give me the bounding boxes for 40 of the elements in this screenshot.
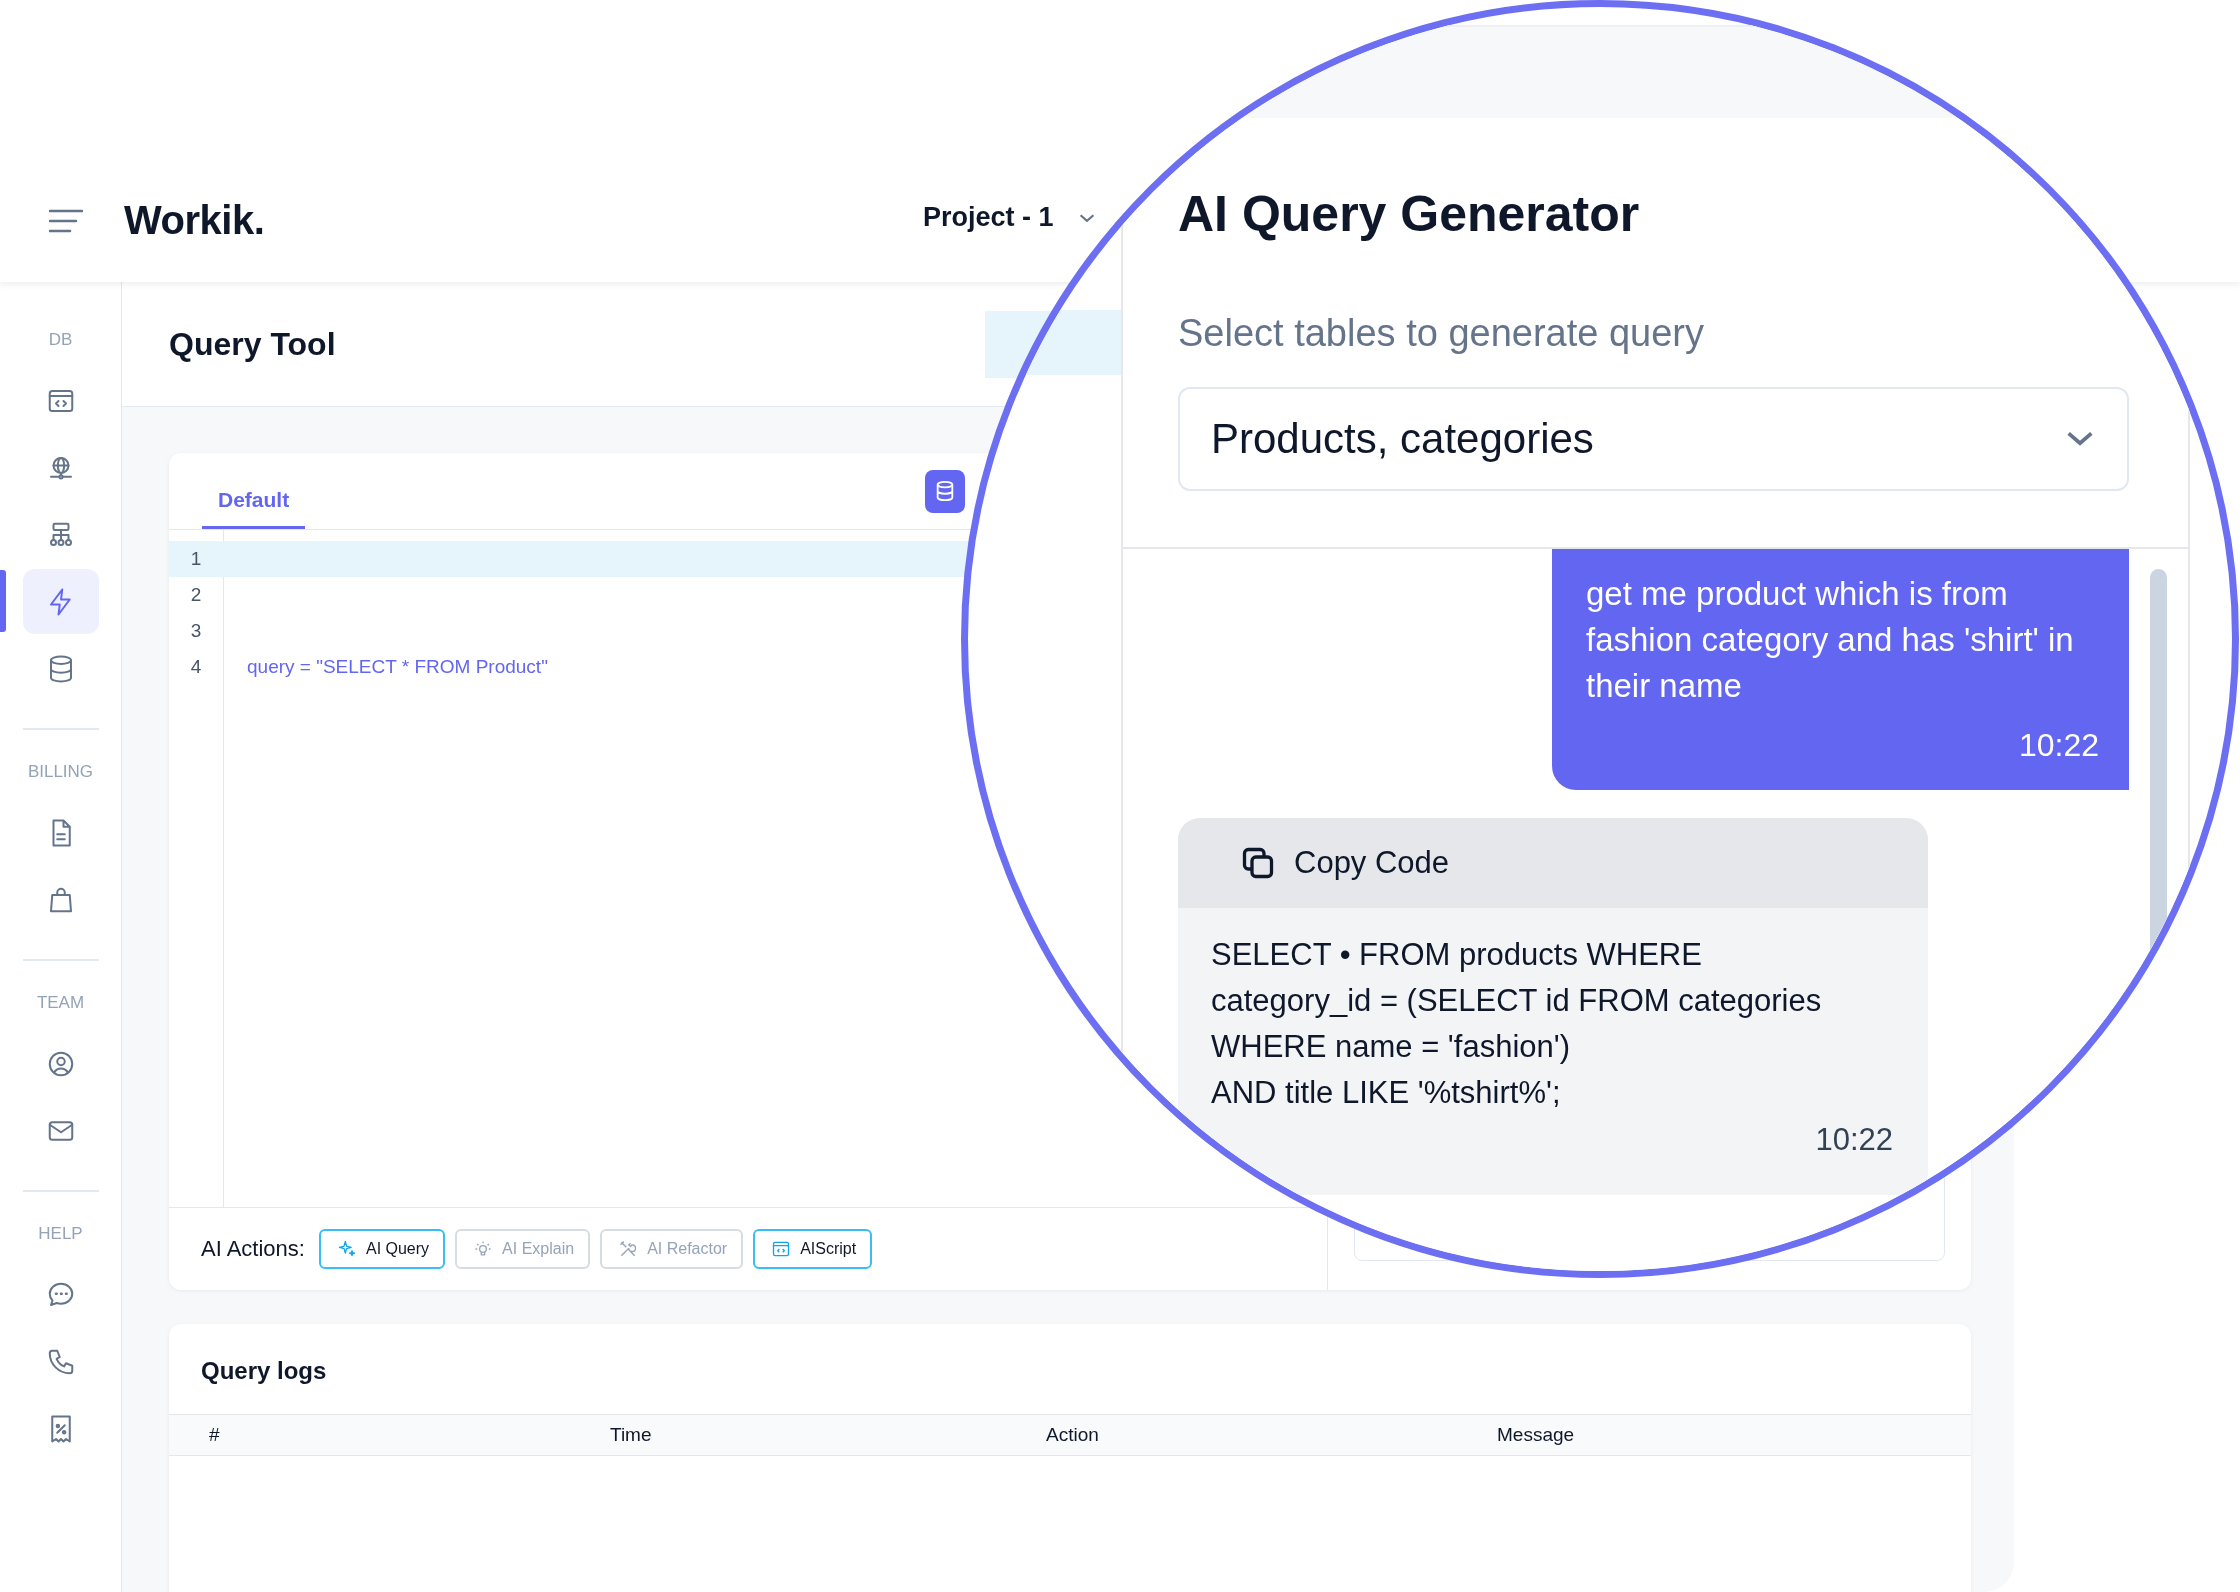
- tab[interactable]: Default: [202, 488, 306, 529]
- line-number: 2: [189, 584, 203, 606]
- actions-label: AI Actions:: [201, 1236, 305, 1262]
- section-label: TEAM: [36, 992, 85, 1014]
- message-time: 10:22: [1815, 1121, 1893, 1159]
- column-header: Action: [1046, 1424, 1100, 1446]
- database-button[interactable]: [925, 469, 966, 513]
- code-window-icon: [771, 1239, 792, 1259]
- tools-icon: [618, 1239, 639, 1259]
- column-header: #: [209, 1424, 221, 1446]
- logo: Workik.: [124, 198, 265, 243]
- active-indicator: [0, 570, 6, 632]
- message-time: 10:22: [2018, 726, 2099, 765]
- section-label: DB: [48, 329, 73, 351]
- line-number: 3: [189, 620, 203, 642]
- page-title: Query Tool: [169, 325, 337, 363]
- table-select[interactable]: Products, categories: [1178, 387, 2129, 491]
- ai-action-button[interactable]: AIScript: [753, 1229, 873, 1269]
- code-text: SELECT • FROM products WHERE: [1211, 936, 1703, 974]
- column-header: Time: [610, 1424, 653, 1446]
- code-text: category_id = (SELECT id FROM categories: [1211, 982, 1823, 1020]
- code-text: AND title LIKE '%tshirt%';: [1211, 1074, 1562, 1112]
- code-text: WHERE name = 'fashion'): [1211, 1028, 1571, 1066]
- message-text: get me product which is from fashion category and has 'shirt' in their name: [1586, 574, 2075, 706]
- copy-icon: [1240, 845, 1276, 881]
- code-text: query = "SELECT * FROM Product": [247, 656, 548, 678]
- sidebar-item[interactable]: [22, 569, 99, 634]
- section-label: HELP: [38, 1223, 83, 1245]
- sparkles-icon: [336, 1239, 357, 1259]
- line-number: 4: [189, 656, 203, 678]
- panel-title: AI Query Generator: [1178, 185, 1641, 244]
- column-header: Message: [1497, 1424, 1576, 1446]
- card-title: Query logs: [200, 1356, 328, 1386]
- field-label: Select tables to generate query: [1178, 311, 1705, 356]
- line-number: 1: [189, 548, 203, 570]
- ai-action-button[interactable]: AI Query: [318, 1229, 446, 1269]
- lightbulb-icon: [473, 1239, 494, 1259]
- menu-icon[interactable]: [49, 208, 83, 233]
- copy-code-button[interactable]: Copy Code: [1178, 818, 1928, 908]
- section-label: BILLING: [27, 761, 94, 783]
